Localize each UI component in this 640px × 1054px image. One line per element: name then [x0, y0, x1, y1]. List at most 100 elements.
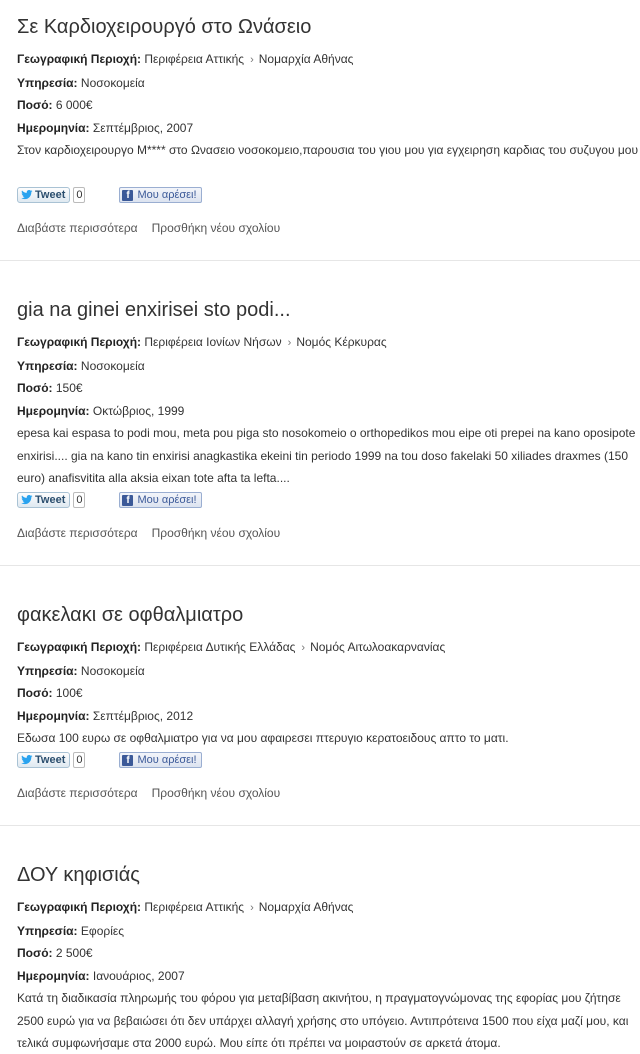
service-value: Εφορίες [80, 923, 124, 938]
chevron-right-icon: › [301, 642, 306, 654]
amount-label: Ποσό: [17, 686, 53, 700]
post-actions: Διαβάστε περισσότερα Προσθήκη νέου σχολί… [17, 770, 640, 816]
tweet-button[interactable]: Tweet [17, 187, 71, 203]
post-text: epesa kai espasa to podi mou, meta pou p… [17, 426, 636, 485]
region-row: Γεωγραφική Περιοχή: Περιφέρεια Αττικής › Ν… [17, 896, 640, 920]
service-label: Υπηρεσία: [17, 663, 78, 678]
like-label: Μου αρέσει! [137, 754, 197, 766]
tweet-label: Tweet [35, 189, 66, 201]
social-bar: Tweet 0 f Μου αρέσει! [17, 490, 640, 510]
post-item: φακελακι σε οφθαλμιατρο Γεωγραφική Περιο… [0, 566, 640, 826]
amount-label: Ποσό: [17, 381, 53, 395]
read-more-link[interactable]: Διαβάστε περισσότερα [17, 526, 138, 540]
amount-value: 2 500€ [55, 946, 93, 960]
post-text: Εδωσα 100 ευρω σε οφθαλμιατρο για να μου… [17, 731, 509, 745]
region-row: Γεωγραφική Περιοχή: Περιφέρεια Αττικής › Ν… [17, 48, 640, 72]
amount-value: 150€ [55, 381, 83, 395]
facebook-like-button[interactable]: f Μου αρέσει! [119, 752, 202, 768]
service-label: Υπηρεσία: [17, 923, 78, 938]
post-text: Κατά τη διαδικασία πληρωμής του φόρου γι… [17, 991, 629, 1050]
post-item: ΔΟΥ κηφισιάς Γεωγραφική Περιοχή: Περιφέρ… [0, 826, 640, 1051]
amount-value: 6 000€ [55, 98, 93, 112]
date-label: Ημερομηνία: [17, 968, 90, 983]
subregion-value[interactable]: Νομός Κέρκυρας [296, 335, 386, 349]
chevron-right-icon: › [250, 902, 254, 914]
subregion-value[interactable]: Νομός Αιτωλοακαρνανίας [310, 640, 445, 654]
date-label: Ημερομηνία: [17, 120, 90, 135]
region-label: Γεωγραφική Περιοχή: [17, 52, 142, 66]
date-row: Ημερομηνία: Σεπτέμβριος, 2012 [17, 705, 640, 728]
read-more-link[interactable]: Διαβάστε περισσότερα [17, 786, 138, 800]
read-more-link[interactable]: Διαβάστε περισσότερα [17, 221, 138, 235]
like-label: Μου αρέσει! [137, 189, 197, 201]
subregion-value[interactable]: Νομαρχία Αθήνας [259, 52, 354, 66]
post-actions: Διαβάστε περισσότερα Προσθήκη νέου σχολί… [17, 510, 640, 556]
post-actions: Διαβάστε περισσότερα Προσθήκη νέου σχολί… [17, 205, 640, 251]
amount-row: Ποσό: 6 000€ [17, 94, 640, 117]
amount-label: Ποσό: [17, 946, 53, 960]
service-label: Υπηρεσία: [17, 358, 78, 373]
amount-row: Ποσό: 100€ [17, 682, 640, 705]
tweet-count: 0 [73, 752, 86, 768]
post-title[interactable]: gia na ginei enxirisei sto podi... [17, 261, 640, 323]
date-row: Ημερομηνία: Σεπτέμβριος, 2007 [17, 117, 640, 140]
service-row: Υπηρεσία: Νοσοκομεία [17, 355, 640, 378]
amount-row: Ποσό: 2 500€ [17, 942, 640, 965]
service-row: Υπηρεσία: Νοσοκομεία [17, 660, 640, 683]
region-value[interactable]: Περιφέρεια Αττικής [144, 52, 244, 66]
facebook-like-button[interactable]: f Μου αρέσει! [119, 187, 202, 203]
posts-feed: Σε Καρδιοχειρουργό στο Ωνάσειο Γεωγραφικ… [0, 0, 640, 1051]
social-bar: Tweet 0 f Μου αρέσει! [17, 185, 640, 205]
region-value[interactable]: Περιφέρεια Ιονίων Νήσων [144, 335, 281, 349]
tweet-count: 0 [73, 187, 86, 203]
amount-value: 100€ [55, 686, 83, 700]
date-label: Ημερομηνία: [17, 708, 90, 723]
region-label: Γεωγραφική Περιοχή: [17, 640, 142, 654]
date-value: Σεπτέμβριος, 2012 [92, 708, 194, 723]
tweet-label: Tweet [35, 754, 66, 766]
date-label: Ημερομηνία: [17, 403, 90, 418]
facebook-icon: f [122, 754, 134, 766]
service-value: Νοσοκομεία [80, 358, 145, 373]
add-comment-link[interactable]: Προσθήκη νέου σχολίου [152, 786, 281, 800]
region-row: Γεωγραφική Περιοχή: Περιφέρεια Δυτικής Ε… [17, 636, 640, 660]
region-label: Γεωγραφική Περιοχή: [17, 335, 142, 349]
post-item: Σε Καρδιοχειρουργό στο Ωνάσειο Γεωγραφικ… [0, 0, 640, 261]
add-comment-link[interactable]: Προσθήκη νέου σχολίου [152, 221, 281, 235]
service-value: Νοσοκομεία [80, 663, 145, 678]
date-value: Ιανουάριος, 2007 [92, 968, 185, 983]
region-label: Γεωγραφική Περιοχή: [17, 900, 142, 914]
post-title[interactable]: Σε Καρδιοχειρουργό στο Ωνάσειο [17, 0, 640, 40]
date-value: Σεπτέμβριος, 2007 [92, 120, 194, 135]
post-text: Στον καρδιοχειρουργο M**** στο Ωνασειο ν… [17, 143, 639, 157]
service-row: Υπηρεσία: Νοσοκομεία [17, 72, 640, 95]
facebook-like-button[interactable]: f Μου αρέσει! [119, 492, 202, 508]
twitter-bird-icon [21, 495, 33, 505]
post-title[interactable]: φακελακι σε οφθαλμιατρο [17, 566, 640, 628]
amount-row: Ποσό: 150€ [17, 377, 640, 400]
post-title[interactable]: ΔΟΥ κηφισιάς [17, 826, 640, 888]
date-row: Ημερομηνία: Οκτώβριος, 1999 [17, 400, 640, 423]
chevron-right-icon: › [250, 54, 254, 66]
twitter-bird-icon [21, 755, 33, 765]
chevron-right-icon: › [287, 337, 292, 349]
facebook-icon: f [122, 189, 134, 201]
like-label: Μου αρέσει! [137, 494, 197, 506]
subregion-value[interactable]: Νομαρχία Αθήνας [259, 900, 354, 914]
twitter-bird-icon [21, 190, 33, 200]
amount-label: Ποσό: [17, 98, 53, 112]
region-value[interactable]: Περιφέρεια Δυτικής Ελλάδας [144, 640, 295, 654]
date-value: Οκτώβριος, 1999 [92, 403, 185, 418]
add-comment-link[interactable]: Προσθήκη νέου σχολίου [152, 526, 281, 540]
service-row: Υπηρεσία: Εφορίες [17, 920, 640, 943]
service-label: Υπηρεσία: [17, 75, 78, 90]
social-bar: Tweet 0 f Μου αρέσει! [17, 750, 640, 770]
service-value: Νοσοκομεία [80, 75, 145, 90]
tweet-button[interactable]: Tweet [17, 752, 71, 768]
facebook-icon: f [122, 494, 134, 506]
region-value[interactable]: Περιφέρεια Αττικής [144, 900, 244, 914]
region-row: Γεωγραφική Περιοχή: Περιφέρεια Ιονίων Νή… [17, 331, 640, 355]
tweet-button[interactable]: Tweet [17, 492, 71, 508]
tweet-label: Tweet [35, 494, 66, 506]
post-item: gia na ginei enxirisei sto podi... Γεωγρ… [0, 261, 640, 566]
